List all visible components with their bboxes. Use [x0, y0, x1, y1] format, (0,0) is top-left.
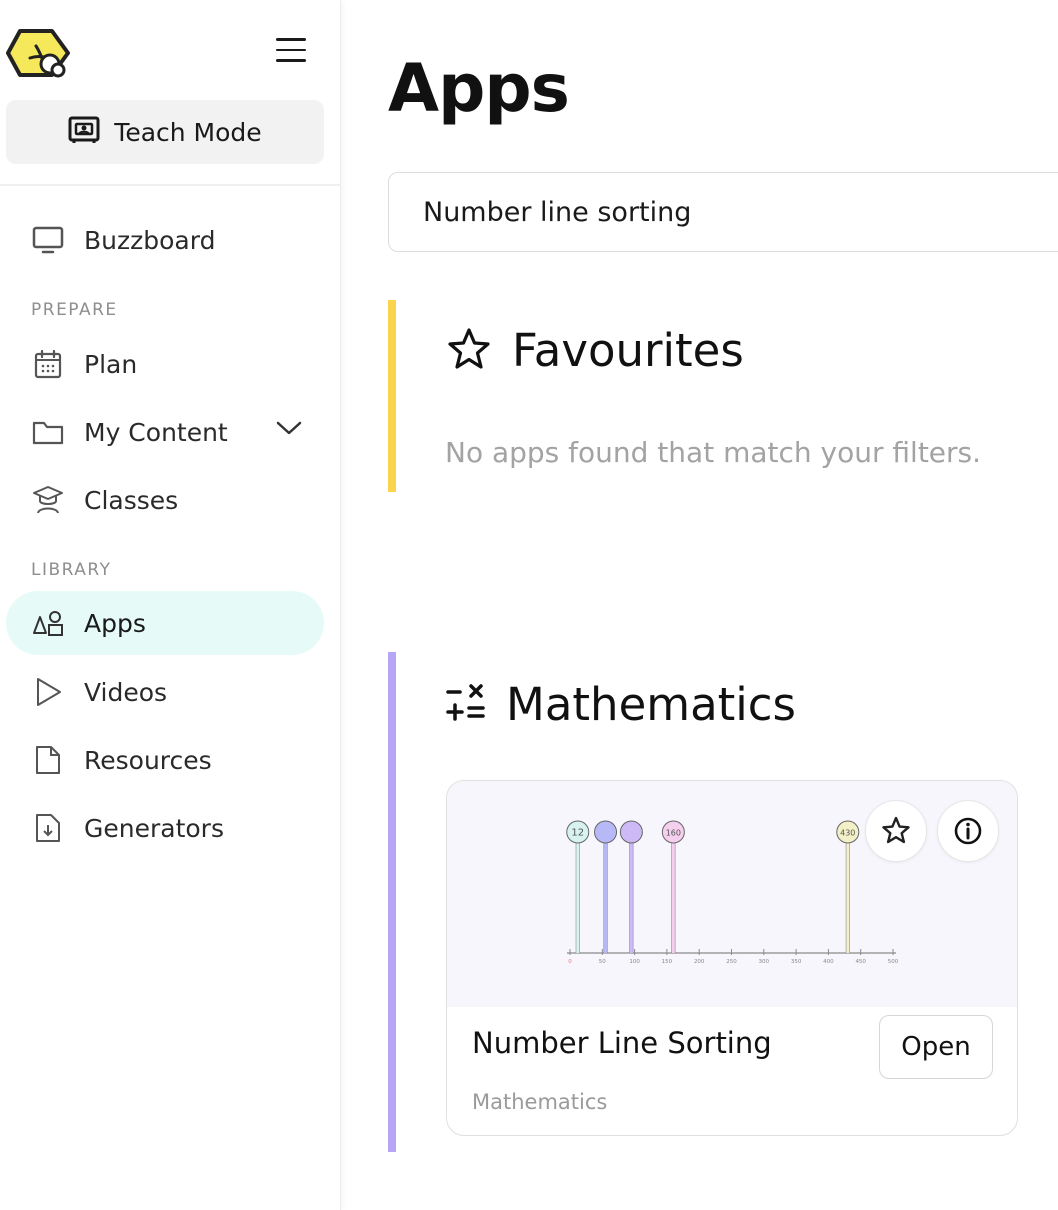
sidebar-item-resources[interactable]: Resources — [6, 728, 324, 792]
sidebar-item-label: Videos — [84, 677, 168, 707]
section-label-library: LIBRARY — [31, 560, 112, 580]
sidebar-item-label: My Content — [84, 417, 228, 447]
page-title: Apps — [388, 50, 570, 127]
axis-tick-label: 450 — [855, 959, 866, 965]
pin-head — [619, 820, 643, 844]
shapes-icon — [32, 607, 64, 639]
axis-tick-label: 500 — [888, 959, 899, 965]
sidebar-item-plan[interactable]: Plan — [6, 332, 324, 396]
mathematics-heading: Mathematics — [506, 678, 796, 731]
section-accent-bar — [388, 652, 396, 1152]
axis-tick-label: 400 — [823, 959, 834, 965]
axis-tick-label: 350 — [791, 959, 802, 965]
pin-label: 160 — [666, 829, 681, 838]
axis-tick-label: 100 — [629, 959, 640, 965]
sidebar: Teach Mode Buzzboard PREPARE Plan My Con… — [0, 0, 341, 1210]
projector-board-icon — [68, 116, 100, 148]
axis-tick-label: 300 — [759, 959, 770, 965]
pin-stem-fill — [604, 841, 608, 953]
axis-tick-label: 200 — [694, 959, 705, 965]
axis-tick-label: 250 — [726, 959, 737, 965]
favourites-header: Favourites — [446, 324, 744, 377]
mathematics-header: Mathematics — [446, 678, 796, 731]
section-accent-bar — [388, 300, 396, 492]
teach-mode-button[interactable]: Teach Mode — [6, 100, 324, 164]
pin-label: 430 — [840, 829, 855, 838]
sidebar-item-classes[interactable]: Classes — [6, 468, 324, 532]
info-icon — [954, 817, 982, 845]
axis-tick-label: 150 — [662, 959, 673, 965]
sidebar-item-label: Resources — [84, 745, 212, 775]
math-operators-icon — [446, 683, 486, 727]
app-card[interactable]: 0 50 100 150 200 250 300 350 400 450 500 12 160 430 N… — [446, 780, 1018, 1136]
folder-icon — [32, 416, 64, 448]
pin-stem-fill — [629, 841, 633, 953]
bee-logo-icon[interactable] — [6, 28, 72, 78]
document-icon — [32, 744, 64, 776]
app-title: Number Line Sorting — [472, 1026, 772, 1060]
teach-mode-label: Teach Mode — [114, 117, 262, 147]
empty-state-message: No apps found that match your filters. — [445, 436, 982, 469]
sidebar-item-label: Apps — [84, 608, 146, 638]
favourites-heading: Favourites — [512, 324, 744, 377]
pin-label: 12 — [571, 828, 584, 839]
sidebar-item-buzzboard[interactable]: Buzzboard — [6, 208, 324, 272]
sidebar-item-label: Generators — [84, 813, 224, 843]
favourites-section: Favourites No apps found that match your… — [388, 300, 1058, 492]
pin-stem-fill — [576, 841, 580, 953]
app-thumbnail: 0 50 100 150 200 250 300 350 400 450 500 12 160 430 — [447, 781, 1017, 1007]
sidebar-item-videos[interactable]: Videos — [6, 660, 324, 724]
sidebar-item-label: Plan — [84, 349, 138, 379]
sidebar-divider — [0, 184, 341, 186]
info-button[interactable] — [937, 800, 999, 862]
open-app-button[interactable]: Open — [879, 1015, 993, 1079]
number-line-thumbnail: 0 50 100 150 200 250 300 350 400 450 500 12 160 430 — [566, 820, 899, 965]
pin-stem-fill — [671, 841, 675, 953]
chevron-down-icon[interactable] — [276, 420, 302, 440]
sidebar-item-generators[interactable]: Generators — [6, 796, 324, 860]
sidebar-item-label: Buzzboard — [84, 225, 216, 255]
section-label-prepare: PREPARE — [31, 300, 118, 320]
star-icon — [882, 816, 910, 844]
calendar-icon — [32, 348, 64, 380]
hamburger-menu-icon[interactable] — [276, 38, 308, 66]
axis-tick-label: 0 — [568, 959, 572, 965]
file-download-icon — [32, 812, 64, 844]
search-input[interactable] — [388, 172, 1058, 252]
play-icon — [32, 676, 64, 708]
favourite-star-button[interactable] — [865, 800, 927, 862]
app-subject: Mathematics — [472, 1090, 608, 1114]
axis-tick-label: 50 — [599, 959, 606, 965]
sidebar-item-label: Classes — [84, 485, 179, 515]
pin-stem-fill — [846, 841, 850, 953]
monitor-icon — [32, 224, 64, 256]
sidebar-item-my-content[interactable]: My Content — [6, 400, 324, 464]
sidebar-item-apps[interactable]: Apps — [6, 591, 324, 655]
graduation-cap-icon — [32, 484, 64, 516]
star-icon — [446, 327, 492, 375]
pin-head — [594, 820, 618, 844]
